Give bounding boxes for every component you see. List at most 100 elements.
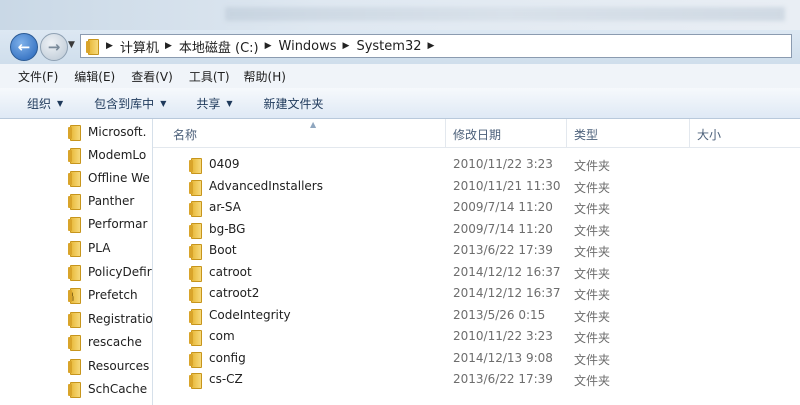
file-list[interactable]: ▲ 名称 修改日期 类型 大小 0409 2010/11/22 3:23 文件夹 A… <box>153 119 800 405</box>
breadcrumb-local-disk[interactable]: 本地磁盘 (C:) <box>179 37 259 56</box>
file-name: cs-CZ <box>209 372 243 386</box>
folder-icon <box>68 147 82 164</box>
nav-item-modemlogs[interactable]: ModemLo <box>68 144 152 166</box>
new-folder-button[interactable]: 新建文件夹 <box>264 95 324 112</box>
menu-help[interactable]: 帮助(H) <box>230 68 286 85</box>
file-row[interactable]: com 2010/11/22 3:23 文件夹 <box>153 326 800 348</box>
file-type: 文件夹 <box>574 159 611 173</box>
file-row[interactable]: catroot2 2014/12/12 16:37 文件夹 <box>153 283 800 305</box>
file-row[interactable]: AdvancedInstallers 2010/11/21 11:30 文件夹 <box>153 176 800 198</box>
nav-item-label: Prefetch <box>88 288 138 302</box>
navigation-pane[interactable]: Microsoft. ModemLo Offline We Panther Pe… <box>0 119 153 405</box>
menu-file[interactable]: 文件(F) <box>0 68 58 85</box>
file-row[interactable]: cs-CZ 2013/6/22 17:39 文件夹 <box>153 369 800 391</box>
column-divider[interactable] <box>689 119 690 147</box>
nav-item-panther[interactable]: Panther <box>68 190 152 212</box>
menu-edit[interactable]: 编辑(E) <box>58 68 115 85</box>
nav-item-prefetch[interactable]: Prefetch <box>68 284 152 306</box>
dropdown-arrow-icon: ▼ <box>226 98 233 108</box>
folder-icon <box>189 265 203 282</box>
file-row[interactable]: 0409 2010/11/22 3:23 文件夹 <box>153 154 800 176</box>
folder-icon <box>68 216 82 233</box>
file-row[interactable]: catroot 2014/12/12 16:37 文件夹 <box>153 262 800 284</box>
breadcrumb-arrow-icon[interactable]: ▶ <box>265 41 272 51</box>
column-header-size[interactable]: 大小 <box>697 126 721 143</box>
file-row[interactable]: ar-SA 2009/7/14 11:20 文件夹 <box>153 197 800 219</box>
breadcrumb-system32[interactable]: System32 <box>356 39 421 54</box>
file-date: 2013/5/26 0:15 <box>453 307 546 322</box>
folder-icon <box>68 287 82 304</box>
include-in-library-button[interactable]: 包含到库中 ▼ <box>94 95 166 112</box>
nav-item-offline-web[interactable]: Offline We <box>68 167 152 189</box>
folder-icon <box>189 157 203 174</box>
dropdown-arrow-icon: ▼ <box>57 98 64 108</box>
folder-icon <box>68 124 82 141</box>
file-row[interactable]: bg-BG 2009/7/14 11:20 文件夹 <box>153 219 800 241</box>
nav-item-performance[interactable]: Performar <box>68 213 152 235</box>
nav-item-label: rescache <box>88 335 142 349</box>
nav-item-label: Registratio <box>88 312 152 326</box>
file-date: 2014/12/12 16:37 <box>453 264 561 279</box>
folder-icon <box>189 222 203 239</box>
nav-item-schcache[interactable]: SchCache <box>68 378 152 400</box>
breadcrumb-windows[interactable]: Windows <box>279 39 337 54</box>
menu-tools[interactable]: 工具(T) <box>173 68 230 85</box>
nav-item-label: Resources <box>88 359 150 373</box>
file-row[interactable]: config 2014/12/13 9:08 文件夹 <box>153 348 800 370</box>
folder-icon <box>189 243 203 260</box>
file-type: 文件夹 <box>574 288 611 302</box>
file-name: AdvancedInstallers <box>209 178 323 193</box>
organize-label: 组织 <box>27 96 52 111</box>
nav-item-policydefinitions[interactable]: PolicyDefir <box>68 261 152 283</box>
breadcrumb-arrow-icon[interactable]: ▶ <box>343 41 350 51</box>
folder-icon <box>68 170 82 187</box>
file-name: ar-SA <box>209 200 241 214</box>
file-date: 2010/11/22 3:23 <box>453 157 553 171</box>
dropdown-arrow-icon: ▼ <box>160 98 167 108</box>
menu-view[interactable]: 查看(V) <box>115 68 173 85</box>
file-type: 文件夹 <box>574 352 611 367</box>
organize-button[interactable]: 组织 ▼ <box>27 95 63 112</box>
file-name: catroot2 <box>209 286 260 300</box>
breadcrumb-computer[interactable]: 计算机 <box>120 37 159 56</box>
history-dropdown-icon[interactable]: ▼ <box>68 40 75 50</box>
nav-item-registration[interactable]: Registratio <box>68 308 152 330</box>
nav-item-label: Microsoft. <box>88 125 147 139</box>
column-divider[interactable] <box>445 119 446 147</box>
include-in-library-label: 包含到库中 <box>94 96 155 111</box>
forward-button[interactable]: → <box>40 33 68 61</box>
file-date: 2010/11/22 3:23 <box>453 329 553 343</box>
column-header-type[interactable]: 类型 <box>574 126 598 143</box>
file-type: 文件夹 <box>574 180 611 195</box>
sort-ascending-icon: ▲ <box>310 120 317 129</box>
nav-item-microsoft[interactable]: Microsoft. <box>68 121 152 143</box>
folder-icon <box>189 286 203 303</box>
file-name: bg-BG <box>209 221 246 236</box>
column-header-name[interactable]: 名称 <box>173 126 197 143</box>
file-type: 文件夹 <box>574 245 611 259</box>
address-bar[interactable]: ▶ 计算机 ▶ 本地磁盘 (C:) ▶ Windows ▶ System32 ▶ <box>80 34 792 58</box>
folder-icon <box>86 38 100 55</box>
file-type: 文件夹 <box>574 202 611 216</box>
nav-item-pla[interactable]: PLA <box>68 237 152 259</box>
lock-icon <box>68 292 74 301</box>
nav-item-resources[interactable]: Resources <box>68 355 152 377</box>
column-divider[interactable] <box>566 119 567 147</box>
file-row[interactable]: Boot 2013/6/22 17:39 文件夹 <box>153 240 800 262</box>
breadcrumb-arrow-icon[interactable]: ▶ <box>106 41 113 51</box>
column-header-date[interactable]: 修改日期 <box>453 126 501 143</box>
column-header-row: ▲ 名称 修改日期 类型 大小 <box>153 119 800 148</box>
nav-item-rescache[interactable]: rescache <box>68 331 152 353</box>
breadcrumb-arrow-icon[interactable]: ▶ <box>165 41 172 51</box>
share-button[interactable]: 共享 ▼ <box>196 95 232 112</box>
back-button[interactable]: ← <box>10 33 38 61</box>
folder-icon <box>68 264 82 281</box>
file-row[interactable]: CodeIntegrity 2013/5/26 0:15 文件夹 <box>153 305 800 327</box>
file-date: 2009/7/14 11:20 <box>453 200 553 214</box>
arrow-right-icon: → <box>47 38 61 56</box>
nav-item-label: Performar <box>88 217 148 231</box>
breadcrumb-arrow-icon[interactable]: ▶ <box>428 41 435 51</box>
file-name: Boot <box>209 243 237 257</box>
nav-item-label: PLA <box>88 241 111 255</box>
folder-icon <box>189 372 203 389</box>
